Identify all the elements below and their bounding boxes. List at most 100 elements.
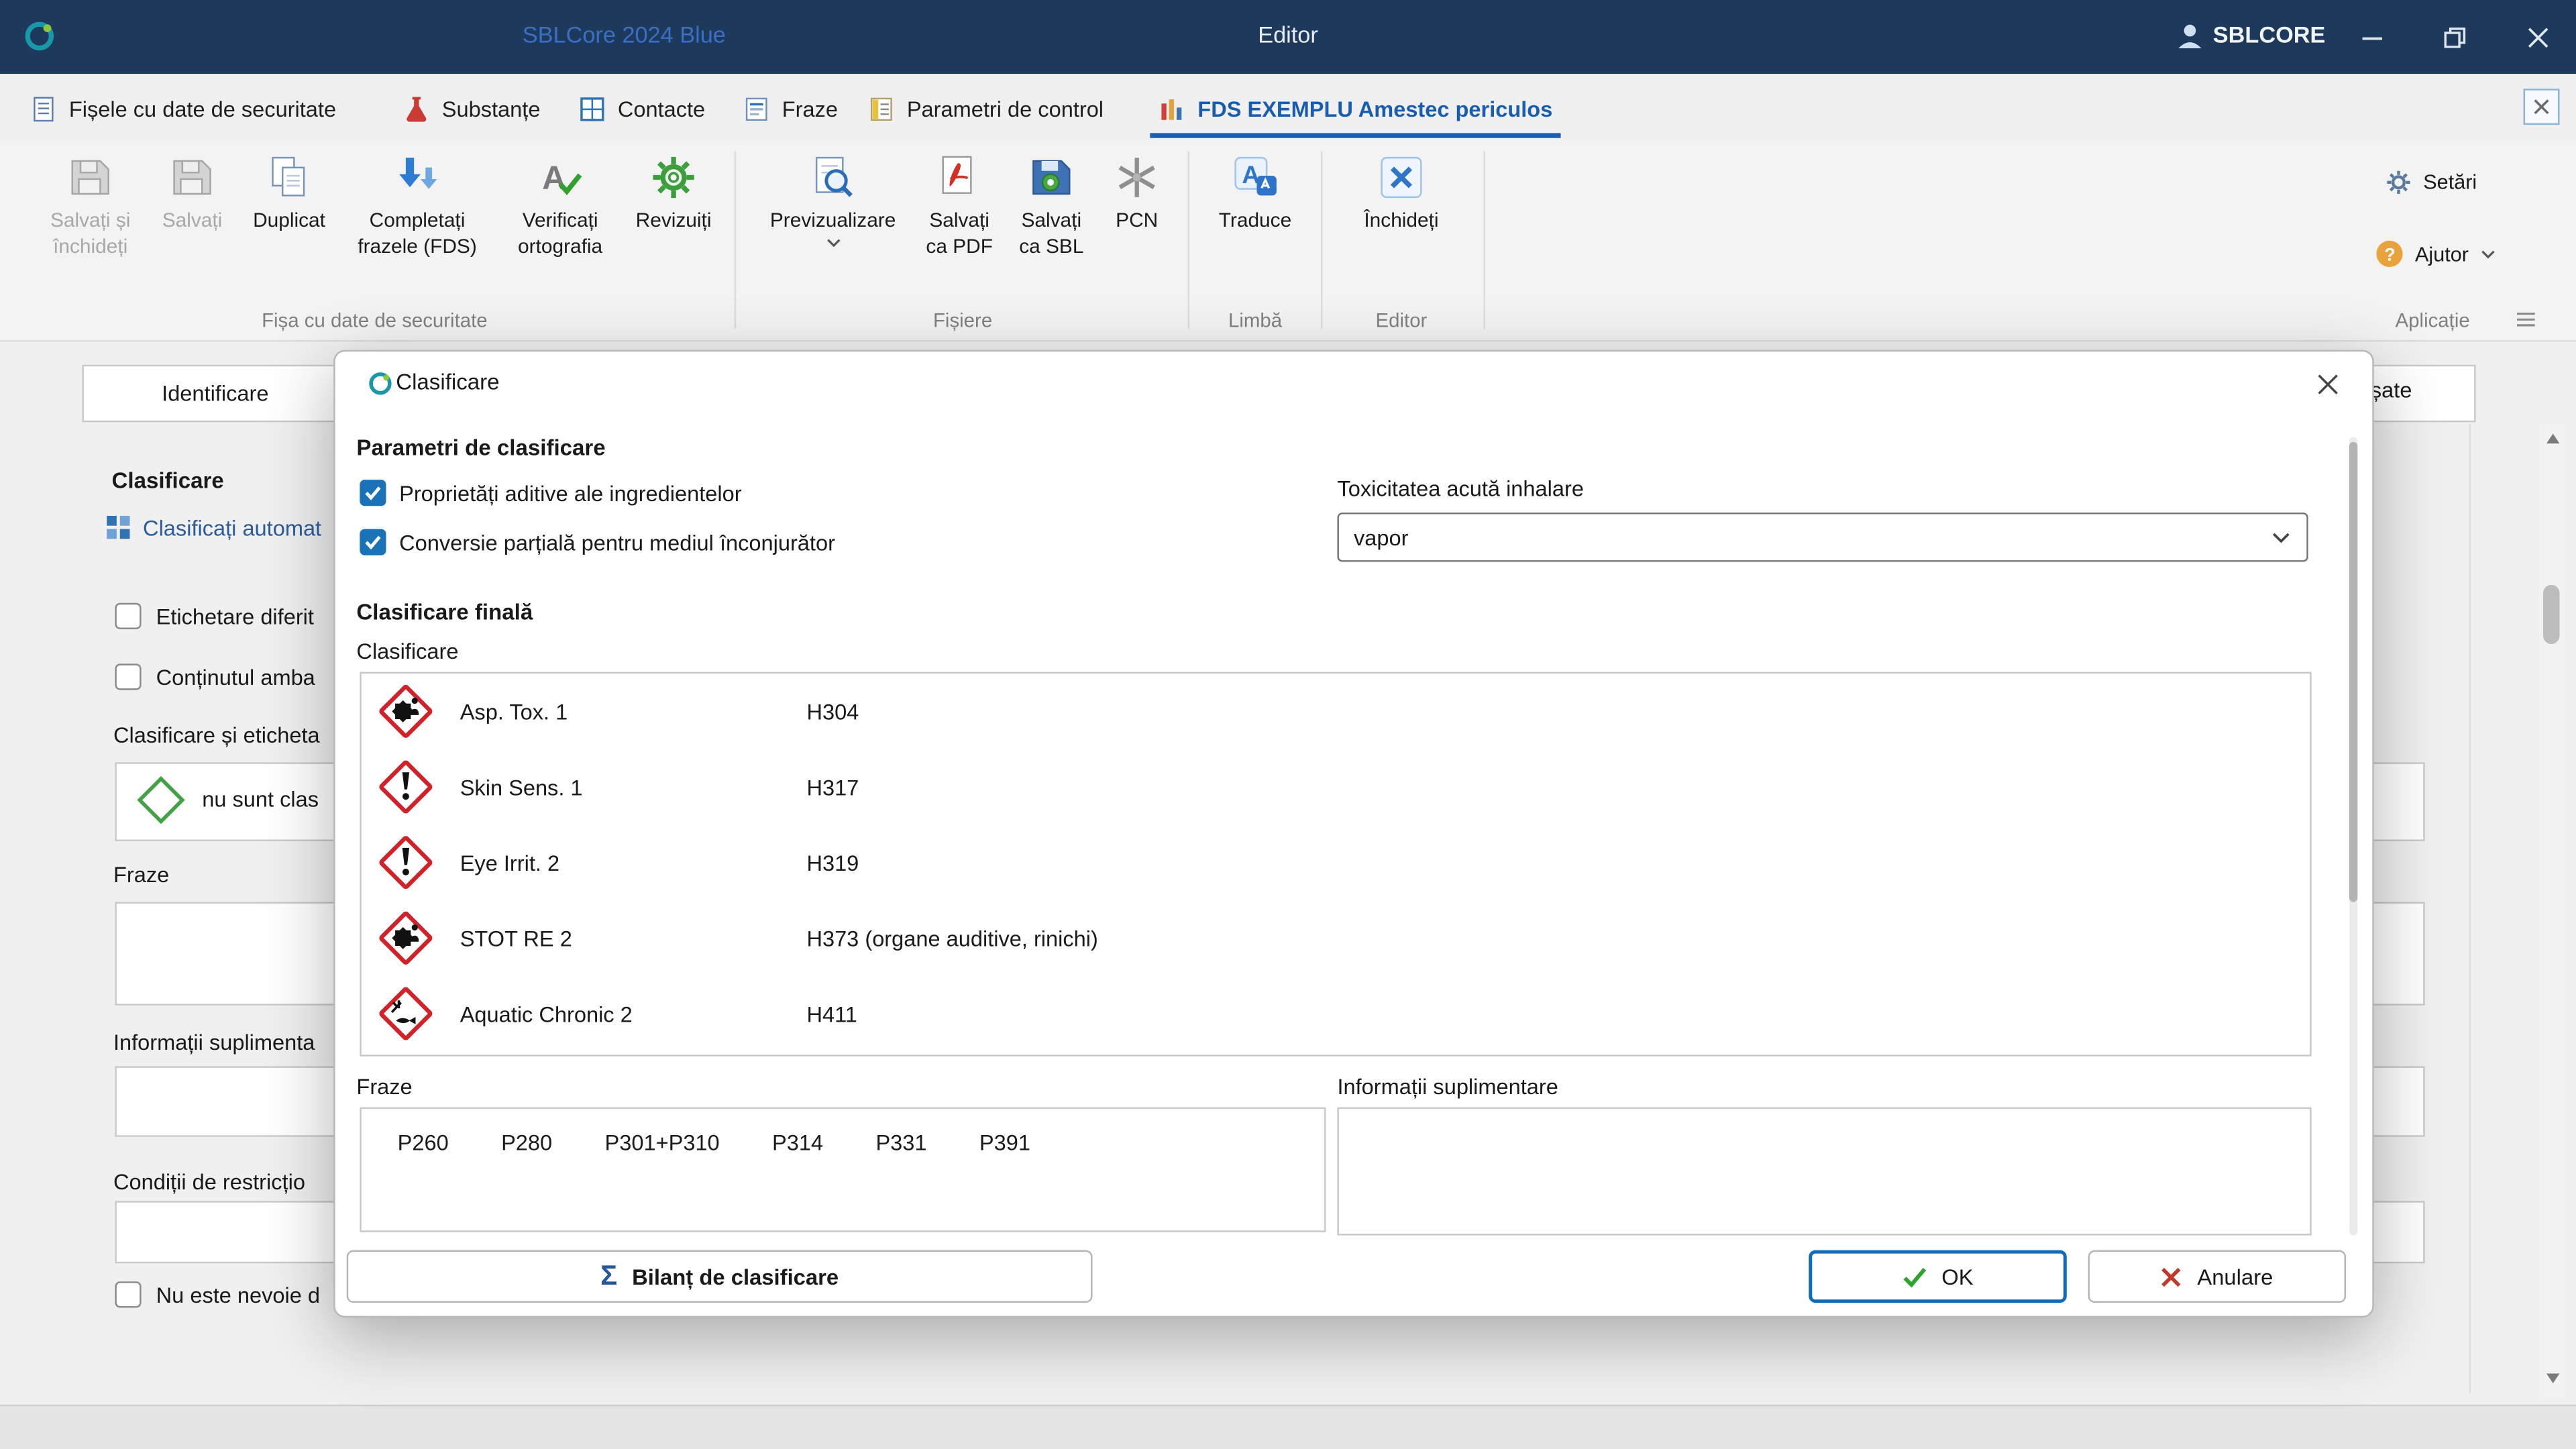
checkbox-additive-properties[interactable] bbox=[360, 480, 386, 506]
dialog-scrollbar[interactable] bbox=[2349, 437, 2357, 1235]
restriction-conditions-label: Condiții de restricțio bbox=[113, 1170, 305, 1195]
p-phrase: P391 bbox=[979, 1130, 1030, 1155]
classification-dialog: Clasificare Parametri de clasificare Pro… bbox=[333, 350, 2374, 1318]
close-icon bbox=[2316, 373, 2339, 396]
save-as-sbl-button[interactable]: Salvați ca SBL bbox=[1006, 148, 1097, 260]
tab-contacts[interactable]: Contacte bbox=[578, 87, 705, 130]
ghs07-exclamation-icon bbox=[378, 835, 433, 890]
ribbon-separator bbox=[1483, 151, 1485, 328]
save-icon bbox=[66, 153, 115, 202]
p-phrase: P331 bbox=[875, 1130, 926, 1155]
help-button[interactable]: ? Ajutor bbox=[2375, 240, 2495, 268]
pcn-asterisk-icon bbox=[1112, 153, 1161, 202]
checkbox-no-need[interactable] bbox=[115, 1281, 141, 1307]
classification-row[interactable]: Asp. Tox. 1 H304 bbox=[362, 674, 2310, 749]
dialog-close-button[interactable] bbox=[2303, 362, 2352, 408]
classification-labeling-label: Clasificare și eticheta bbox=[113, 723, 320, 748]
fill-phrases-button[interactable]: Completați frazele (FDS) bbox=[341, 148, 492, 260]
pcn-button[interactable]: PCN bbox=[1101, 148, 1173, 233]
app-window: SBLCore 2024 Blue Editor SBLCORE Fișele … bbox=[0, 0, 2576, 1449]
ribbon-separator bbox=[1188, 151, 1189, 328]
dialog-phrases-label: Fraze bbox=[356, 1075, 412, 1099]
control-parameters-icon bbox=[867, 95, 896, 123]
tab-sds-list[interactable]: Fișele cu date de securitate bbox=[30, 87, 336, 130]
classification-row[interactable]: STOT RE 2 H373 (organe auditive, rinichi… bbox=[362, 900, 2310, 976]
spellcheck-icon: A bbox=[535, 153, 584, 202]
main-scrollbar[interactable] bbox=[2540, 424, 2565, 1397]
scroll-up-icon[interactable] bbox=[2546, 434, 2560, 444]
classification-row[interactable]: Skin Sens. 1 H317 bbox=[362, 749, 2310, 825]
empty-diamond-icon bbox=[136, 775, 185, 824]
toxicity-dropdown[interactable]: vapor bbox=[1337, 513, 2308, 561]
gear-icon bbox=[2385, 169, 2412, 195]
close-window-button[interactable] bbox=[2504, 0, 2573, 74]
ghs07-exclamation-icon bbox=[378, 759, 433, 814]
chevron-down-icon bbox=[2272, 532, 2290, 543]
double-down-arrows-icon bbox=[392, 153, 441, 202]
save-and-close-button[interactable]: Salvați și închideți bbox=[36, 148, 145, 260]
p-phrase: P301+P310 bbox=[605, 1130, 720, 1155]
save-button[interactable]: Salvați bbox=[151, 148, 233, 233]
checkbox-different-labeling[interactable] bbox=[115, 603, 141, 629]
checkbox-package-content[interactable] bbox=[115, 663, 141, 690]
auto-classify-button[interactable]: Clasificați automat bbox=[105, 515, 321, 541]
tab-substances[interactable]: Substanțe bbox=[402, 87, 540, 130]
substance-flask-icon bbox=[402, 95, 431, 123]
page-tab-identificare[interactable]: Identificare bbox=[82, 365, 348, 423]
cancel-button[interactable]: Anulare bbox=[2088, 1250, 2346, 1303]
tab-control-parameters[interactable]: Parametri de control bbox=[867, 87, 1104, 130]
svg-text:?: ? bbox=[2384, 244, 2395, 264]
titlebar: SBLCore 2024 Blue Editor SBLCORE bbox=[0, 0, 2576, 74]
translate-icon: A bbox=[1230, 153, 1279, 202]
phrases-label-bg: Fraze bbox=[113, 863, 169, 888]
preview-button[interactable]: Previzualizare bbox=[759, 148, 906, 248]
dialog-info-box[interactable] bbox=[1337, 1108, 2311, 1236]
review-button[interactable]: Revizuiți bbox=[625, 148, 723, 233]
p-phrase: P260 bbox=[398, 1130, 449, 1155]
close-editor-button[interactable]: Închideți bbox=[1340, 148, 1462, 233]
scroll-down-icon[interactable] bbox=[2546, 1373, 2560, 1383]
window-title: Editor bbox=[1258, 21, 1318, 48]
document-tabbar: Fișele cu date de securitate Substanțe C… bbox=[0, 74, 2576, 141]
phrases-icon bbox=[743, 95, 771, 123]
close-x-icon bbox=[1377, 153, 1426, 202]
scrollbar-thumb[interactable] bbox=[2543, 585, 2559, 644]
translate-button[interactable]: A Traduce bbox=[1199, 148, 1311, 233]
gear-icon bbox=[649, 153, 698, 202]
classification-row[interactable]: Aquatic Chronic 2 H411 bbox=[362, 976, 2310, 1052]
user-account-label[interactable]: SBLCORE bbox=[2213, 21, 2326, 48]
dialog-info-label: Informații suplimentare bbox=[1337, 1075, 1558, 1099]
close-tab-button[interactable] bbox=[2524, 89, 2560, 125]
dialog-scrollbar-thumb[interactable] bbox=[2349, 442, 2357, 902]
check-icon bbox=[363, 483, 382, 502]
user-icon bbox=[2175, 21, 2204, 59]
pdf-icon bbox=[934, 153, 983, 202]
chevron-down-icon bbox=[826, 238, 841, 248]
svg-text:A: A bbox=[542, 160, 566, 197]
classification-balance-button[interactable]: Σ Bilanț de clasificare bbox=[347, 1250, 1093, 1303]
group-label-language: Limbă bbox=[1193, 309, 1318, 331]
preview-icon bbox=[808, 153, 857, 202]
spellcheck-button[interactable]: A Verificați ortografia bbox=[499, 148, 621, 260]
group-label-sds: Fișa cu date de securitate bbox=[26, 309, 722, 331]
p-phrase: P280 bbox=[501, 1130, 552, 1155]
app-title: SBLCore 2024 Blue bbox=[523, 21, 726, 48]
green-check-icon bbox=[1902, 1266, 1927, 1287]
sds-list-icon bbox=[30, 95, 58, 123]
checkbox-partial-conversion[interactable] bbox=[360, 529, 386, 555]
tab-fds-exemplu[interactable]: FDS EXEMPLU Amestec periculos bbox=[1159, 87, 1553, 130]
tab-phrases[interactable]: Fraze bbox=[743, 87, 838, 130]
ok-button[interactable]: OK bbox=[1809, 1250, 2066, 1303]
save-as-pdf-button[interactable]: Salvați ca PDF bbox=[914, 148, 1006, 260]
classification-row[interactable]: Eye Irrit. 2 H319 bbox=[362, 824, 2310, 900]
maximize-restore-button[interactable] bbox=[2420, 0, 2489, 74]
settings-button[interactable]: Setări bbox=[2385, 169, 2477, 195]
dialog-phrases-box[interactable]: P260 P280 P301+P310 P314 P331 P391 bbox=[360, 1108, 1326, 1232]
menu-icon[interactable] bbox=[2517, 312, 2535, 327]
duplicate-button[interactable]: Duplicat bbox=[240, 148, 339, 233]
minimize-button[interactable] bbox=[2338, 0, 2407, 74]
section-title-classification: Clasificare bbox=[112, 468, 224, 493]
statusbar bbox=[0, 1405, 2576, 1449]
additional-info-label-bg: Informații suplimenta bbox=[113, 1030, 315, 1055]
active-tab-underline bbox=[1150, 133, 1560, 138]
